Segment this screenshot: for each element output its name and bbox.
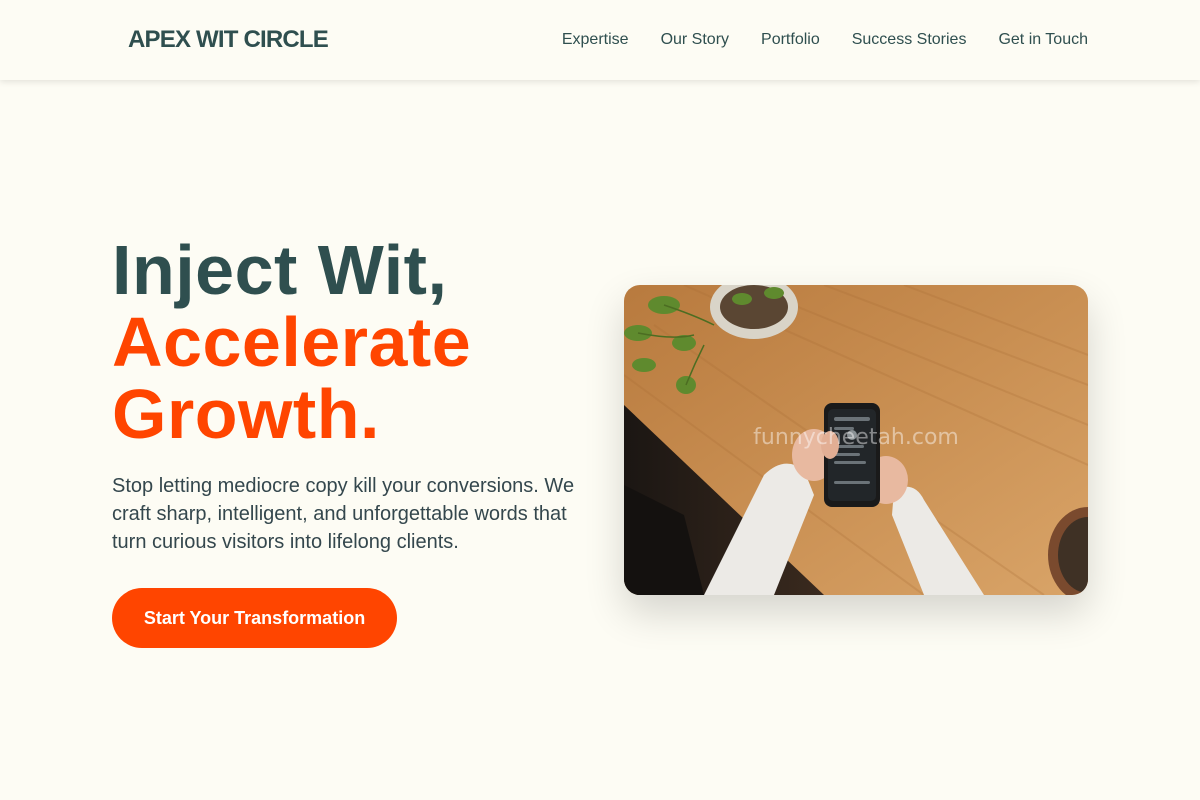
nav-link-our-story[interactable]: Our Story: [661, 30, 729, 50]
hero-title-line-2: Accelerate: [112, 303, 472, 381]
nav-link-get-in-touch[interactable]: Get in Touch: [998, 30, 1088, 50]
brand-logo[interactable]: APEX WIT CIRCLE: [128, 26, 329, 54]
hero-title-line-1: Inject Wit,: [112, 231, 448, 309]
hero-title-line-3: Growth.: [112, 375, 380, 453]
image-watermark: funnycheetah.com: [753, 425, 959, 450]
hero-description: Stop letting mediocre copy kill your con…: [112, 475, 575, 553]
start-transformation-button[interactable]: Start Your Transformation: [112, 588, 397, 648]
hero-title: Inject Wit, Accelerate Growth.: [112, 234, 471, 450]
hero-image: funnycheetah.com: [624, 285, 1088, 595]
main-nav: Expertise Our Story Portfolio Success St…: [562, 30, 1088, 50]
site-header: APEX WIT CIRCLE Expertise Our Story Port…: [0, 0, 1200, 80]
nav-link-portfolio[interactable]: Portfolio: [761, 30, 820, 50]
nav-link-success-stories[interactable]: Success Stories: [852, 30, 967, 50]
nav-link-expertise[interactable]: Expertise: [562, 30, 629, 50]
